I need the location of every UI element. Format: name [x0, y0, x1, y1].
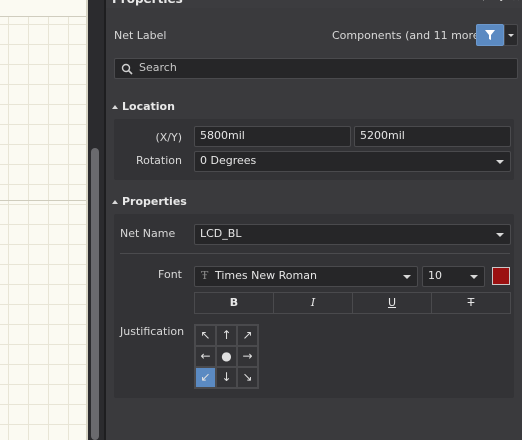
chevron-down-icon: [508, 34, 514, 37]
location-heading: Location: [122, 100, 175, 113]
justify-bottom-center-button[interactable]: ↓: [216, 367, 237, 388]
font-type-icon: Ŧ: [201, 269, 209, 282]
collapse-triangle-icon: [112, 200, 118, 204]
x-coordinate-field[interactable]: 5800mil: [194, 126, 351, 147]
net-name-dropdown[interactable]: LCD_BL: [194, 224, 511, 245]
rotation-dropdown[interactable]: 0 Degrees: [194, 151, 511, 172]
filter-dropdown-button[interactable]: [504, 24, 518, 46]
panel-menu-icon[interactable]: ▾: [481, 0, 486, 7]
schematic-canvas[interactable]: [0, 0, 88, 440]
justify-top-center-button[interactable]: ↑: [216, 325, 237, 346]
canvas-top-border: [0, 0, 88, 17]
object-type-label: Net Label: [114, 29, 167, 42]
panel-titlebar: Properties ▾ ✚ ✕: [106, 0, 522, 8]
justify-top-left-button[interactable]: ↖: [195, 325, 216, 346]
canvas-border-line: [0, 200, 88, 201]
search-icon: [121, 63, 133, 75]
italic-button[interactable]: I: [273, 292, 353, 314]
net-name-label: Net Name: [120, 227, 176, 240]
justify-bottom-right-button[interactable]: ↘: [237, 367, 258, 388]
font-color-swatch[interactable]: [492, 267, 510, 285]
collapse-triangle-icon: [112, 105, 118, 109]
section-divider: [120, 253, 510, 254]
font-family-value: Times New Roman: [215, 269, 317, 282]
properties-panel: Properties ▾ ✚ ✕ Net Label Components (a…: [106, 0, 522, 440]
xy-label: (X/Y): [155, 131, 182, 144]
underline-button[interactable]: U: [352, 292, 432, 314]
properties-heading: Properties: [122, 195, 187, 208]
search-input[interactable]: Search: [114, 58, 518, 79]
vertical-scrollbar[interactable]: [91, 148, 99, 440]
justify-bottom-left-button[interactable]: ↙: [195, 367, 216, 388]
justify-middle-left-button[interactable]: ←: [195, 346, 216, 367]
font-label: Font: [158, 268, 182, 281]
justify-top-right-button[interactable]: ↗: [237, 325, 258, 346]
pin-icon[interactable]: ✚: [497, 0, 505, 7]
bold-button[interactable]: B: [194, 292, 274, 314]
filter-icon: [485, 30, 495, 40]
justify-middle-right-button[interactable]: →: [237, 346, 258, 367]
panel-title: Properties: [112, 0, 183, 8]
search-placeholder: Search: [139, 61, 177, 74]
justification-label: Justification: [120, 325, 185, 338]
selection-summary[interactable]: Components (and 11 more): [332, 29, 484, 42]
y-coordinate-field[interactable]: 5200mil: [354, 126, 511, 147]
close-icon[interactable]: ✕: [512, 0, 520, 7]
location-section-header[interactable]: Location: [112, 100, 175, 113]
font-family-dropdown[interactable]: Ŧ Times New Roman: [194, 266, 418, 287]
filter-button[interactable]: [476, 24, 504, 46]
properties-section-header[interactable]: Properties: [112, 195, 187, 208]
font-size-dropdown[interactable]: 10: [422, 266, 485, 287]
justification-grid: ↖ ↑ ↗ ← ● → ↙ ↓ ↘: [194, 324, 259, 389]
strikethrough-button[interactable]: T: [431, 292, 511, 314]
rotation-label: Rotation: [135, 154, 182, 167]
justify-center-button[interactable]: ●: [216, 346, 237, 367]
